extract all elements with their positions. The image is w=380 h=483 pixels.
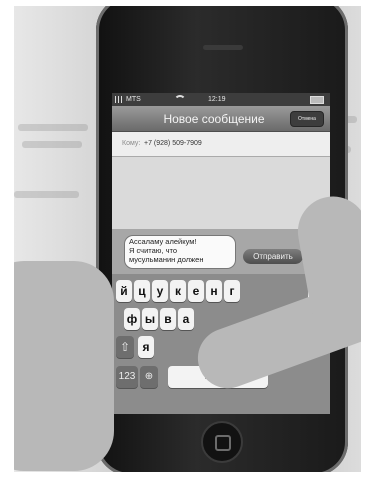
key-г[interactable]: г — [224, 280, 240, 302]
send-button[interactable]: Отправить — [243, 249, 303, 264]
numbers-key[interactable]: 123 — [116, 366, 138, 388]
recipient-row[interactable]: Кому: +7 (928) 509-7909 — [112, 132, 330, 157]
globe-icon: ⊕ — [144, 371, 154, 382]
shift-key[interactable]: ⇧ — [116, 336, 134, 358]
photo-frame: MTS 12:19 Новое сообщение Отмена Кому: +… — [14, 6, 361, 472]
key-к[interactable]: к — [170, 280, 186, 302]
key-у[interactable]: у — [152, 280, 168, 302]
recipient-label: Кому: — [122, 140, 141, 147]
key-а[interactable]: а — [178, 308, 194, 330]
cancel-button[interactable]: Отмена — [290, 111, 324, 127]
background-text-line — [22, 141, 82, 148]
key-ц[interactable]: ц — [134, 280, 150, 302]
message-line: Ассаламу алейкум! — [129, 237, 197, 246]
key-я[interactable]: я — [138, 336, 154, 358]
hand-palm — [14, 261, 114, 471]
message-input[interactable]: Ассаламу алейкум! Я считаю, что мусульма… — [124, 235, 236, 269]
key-н[interactable]: н — [206, 280, 222, 302]
status-time: 12:19 — [208, 96, 226, 103]
nav-bar: Новое сообщение Отмена — [112, 106, 330, 132]
key-е[interactable]: е — [188, 280, 204, 302]
shift-icon: ⇧ — [119, 340, 131, 354]
signal-icon — [115, 96, 123, 103]
status-bar: MTS 12:19 — [112, 93, 330, 106]
recipient-value: +7 (928) 509-7909 — [144, 140, 202, 147]
key-в[interactable]: в — [160, 308, 176, 330]
page-title: Новое сообщение — [163, 112, 265, 126]
globe-key[interactable]: ⊕ — [140, 366, 158, 388]
carrier-label: MTS — [126, 96, 141, 103]
earpiece — [203, 45, 243, 50]
message-line: Я считаю, что — [129, 246, 178, 255]
battery-icon — [310, 96, 324, 104]
key-ф[interactable]: ф — [124, 308, 140, 330]
background-text-line — [18, 124, 88, 131]
message-line: мусульманин должен — [129, 255, 204, 264]
home-button-icon[interactable] — [201, 421, 243, 463]
home-square-icon — [215, 435, 231, 451]
key-й[interactable]: й — [116, 280, 132, 302]
key-ы[interactable]: ы — [142, 308, 158, 330]
background-text-line — [14, 191, 79, 198]
